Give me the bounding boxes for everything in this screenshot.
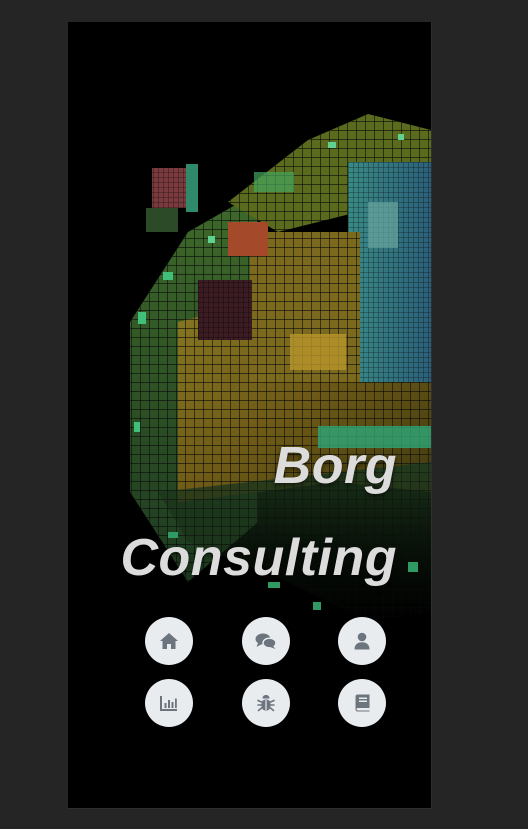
brand-title-line2: Consulting (120, 529, 397, 587)
book-icon (355, 694, 369, 712)
home-icon (160, 633, 178, 649)
floating-fragment (146, 164, 198, 232)
icon-nav (145, 617, 386, 727)
user-icon (354, 632, 370, 650)
analytics-button[interactable] (145, 679, 193, 727)
chart-icon (160, 696, 177, 711)
home-button[interactable] (145, 617, 193, 665)
bug-icon (256, 694, 275, 711)
bug-button[interactable] (241, 679, 290, 727)
chat-button[interactable] (241, 617, 290, 665)
docs-button[interactable] (338, 679, 386, 727)
brand-title-line1: Borg (273, 437, 397, 495)
chat-icon (255, 633, 277, 649)
app-panel: Borg Consulting (68, 22, 432, 809)
profile-button[interactable] (338, 617, 386, 665)
